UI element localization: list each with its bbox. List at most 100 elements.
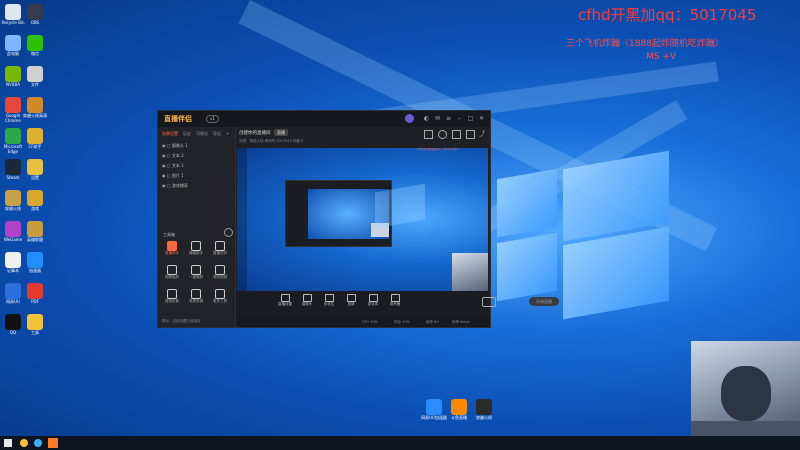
app-icon	[27, 190, 43, 206]
app-icon	[27, 97, 43, 113]
control-label: 多机位	[323, 302, 335, 306]
lock-icon[interactable]: ▢	[167, 143, 171, 148]
source-item[interactable]: ◉ ▢ 图片 1	[162, 173, 184, 179]
desktop-icon-label: OBS	[30, 20, 40, 25]
desktop-icon[interactable]: 微信	[22, 35, 48, 56]
app-icon	[5, 190, 21, 206]
control-button[interactable]: 投屏	[342, 294, 360, 307]
control-button[interactable]: 摄像头	[298, 294, 316, 307]
toolbox-item[interactable]: 一键美颜	[185, 265, 207, 280]
visibility-icon[interactable]: ◉	[162, 183, 166, 188]
taskbar-app-1[interactable]	[20, 439, 28, 447]
desktop-icon[interactable]: 穿越火线高清	[22, 97, 48, 118]
desktop-icon[interactable]: 设置	[22, 159, 48, 180]
desktop-icon[interactable]: PDF	[22, 283, 48, 304]
control-label: 麦克风	[367, 302, 379, 306]
status-mem: 内存 43%	[394, 320, 410, 324]
toolbox-item[interactable]: 录制视频	[209, 265, 231, 280]
source-item[interactable]: ◉ ▢ 摄像头 1	[162, 143, 188, 149]
tab-scene[interactable]: 场景设置	[162, 131, 178, 136]
record-icon[interactable]	[438, 130, 447, 139]
control-button[interactable]: 多机位	[320, 294, 338, 307]
tool-icon	[191, 265, 201, 275]
desktop-shortcut-label: 网易UU加速器	[421, 415, 447, 420]
go-live-button[interactable]: 开始直播	[529, 297, 559, 306]
tab-history[interactable]: 历史	[183, 131, 191, 136]
desktop-icon[interactable]: 文件	[22, 66, 48, 87]
source-label: 图片 1	[171, 173, 184, 178]
desktop-icon[interactable]: OBS	[22, 4, 48, 25]
app-icon	[27, 314, 43, 330]
visibility-icon[interactable]: ◉	[162, 143, 166, 148]
source-item[interactable]: ◉ ▢ 文本 2	[162, 153, 184, 159]
control-button[interactable]: 直播设置	[276, 294, 294, 307]
tool-label: 弹幕助手	[189, 251, 203, 255]
toolbox-item[interactable]: 录屏剪辑	[185, 289, 207, 304]
toolbox-item[interactable]: 弹幕助手	[185, 241, 207, 256]
tool-icon	[167, 289, 177, 299]
preview-icon-column	[237, 148, 247, 291]
copy-icon[interactable]	[424, 130, 433, 139]
skin-icon[interactable]: ◐	[423, 115, 430, 122]
webcam-overlay	[691, 341, 800, 450]
lock-icon[interactable]: ▢	[167, 153, 171, 158]
tab-export[interactable]: 导出	[213, 131, 221, 136]
room-tag[interactable]: 直播	[274, 129, 288, 136]
source-item[interactable]: ◉ ▢ 游戏捕获	[162, 183, 188, 189]
toolbox-settings-icon[interactable]	[224, 228, 233, 237]
source-item[interactable]: ◉ ▢ 文本 1	[162, 163, 184, 169]
desktop-icon[interactable]: CF助手	[22, 128, 48, 149]
left-footer-tip: 提示：当前设置已经保存	[162, 319, 201, 323]
toolbox-item[interactable]: 视频画质	[161, 265, 183, 280]
desktop-wallpaper: Recycle Bin 此电脑 NVIDIA Google Chrome Microso…	[0, 0, 800, 450]
visibility-icon[interactable]: ◉	[162, 163, 166, 168]
control-button[interactable]: 扬声器	[386, 294, 404, 307]
maximize-icon[interactable]: □	[467, 115, 474, 122]
desktop-icon-label: 加速器	[29, 268, 41, 273]
visibility-icon[interactable]: ◉	[162, 173, 166, 178]
control-icon	[280, 294, 290, 302]
desktop-icon[interactable]: 英雄联盟	[22, 221, 48, 242]
room-title[interactable]: 创建你的直播间	[239, 130, 271, 136]
desktop-icon[interactable]: 工具	[22, 314, 48, 335]
taskbar-app-3[interactable]	[48, 438, 58, 448]
start-icon[interactable]	[4, 439, 12, 447]
toolbox-item[interactable]: 虚拟形象	[161, 289, 183, 304]
stream-overlay-line2: MS +V	[646, 52, 677, 62]
screenshot-icon[interactable]	[452, 130, 461, 139]
scene-source-panel: 场景设置 历史 可视化 导出 + ◉ ▢ 摄像头 1 ◉ ▢ 文本 2 ◉ ▢ 文本 1 ◉ …	[158, 127, 236, 327]
live-streaming-app-window[interactable]: 直播伴侣 v1 ◐ ✉ ≡ – □ ✕ 场景设置 历史 可视化 导出 + ◉ ▢ 摄像头…	[157, 110, 559, 328]
toolbox-item[interactable]: 直播助手	[161, 241, 183, 256]
share-icon[interactable]: ⤴	[479, 129, 485, 138]
control-button[interactable]: 麦克风	[364, 294, 382, 307]
version-badge[interactable]: v1	[206, 115, 219, 123]
control-label: 直播设置	[278, 302, 292, 306]
toolbox-item[interactable]: 直播任务	[209, 241, 231, 256]
desktop-icon[interactable]: 游戏	[22, 190, 48, 211]
app-icon	[27, 221, 43, 237]
lock-icon[interactable]: ▢	[167, 183, 171, 188]
desktop-shortcut[interactable]: 穿越火线	[471, 399, 497, 420]
desktop-icon-label: 穿越火线高清	[23, 113, 47, 118]
lock-icon[interactable]: ▢	[167, 173, 171, 178]
app-titlebar[interactable]: 直播伴侣 v1 ◐ ✉ ≡ – □ ✕	[158, 111, 490, 127]
add-tab-icon[interactable]: +	[226, 131, 229, 136]
lock-icon[interactable]: ▢	[167, 163, 171, 168]
desktop-shortcut[interactable]: 网易UU加速器	[421, 399, 447, 420]
minimize-icon[interactable]: –	[456, 115, 463, 122]
taskbar-app-2[interactable]	[34, 439, 42, 447]
toolbox-item[interactable]: 更多工具	[209, 289, 231, 304]
camera-toggle-icon[interactable]	[482, 297, 496, 307]
status-bar: CPU 30% 内存 43% 帧率 60 码率 0kb/s	[236, 317, 490, 327]
close-icon[interactable]: ✕	[478, 115, 485, 122]
tab-visual[interactable]: 可视化	[196, 131, 208, 136]
menu-icon[interactable]: ≡	[445, 115, 452, 122]
preview-webcam-overlay[interactable]	[452, 253, 488, 291]
desktop-shortcut[interactable]: 斗鱼直播	[446, 399, 472, 420]
visibility-icon[interactable]: ◉	[162, 153, 166, 158]
desktop-icon[interactable]: 加速器	[22, 252, 48, 273]
stream-preview[interactable]: cfhd开黑加qq：5017045	[237, 148, 488, 291]
message-icon[interactable]: ✉	[434, 115, 441, 122]
avatar[interactable]	[405, 114, 414, 123]
download-icon[interactable]	[466, 130, 475, 139]
